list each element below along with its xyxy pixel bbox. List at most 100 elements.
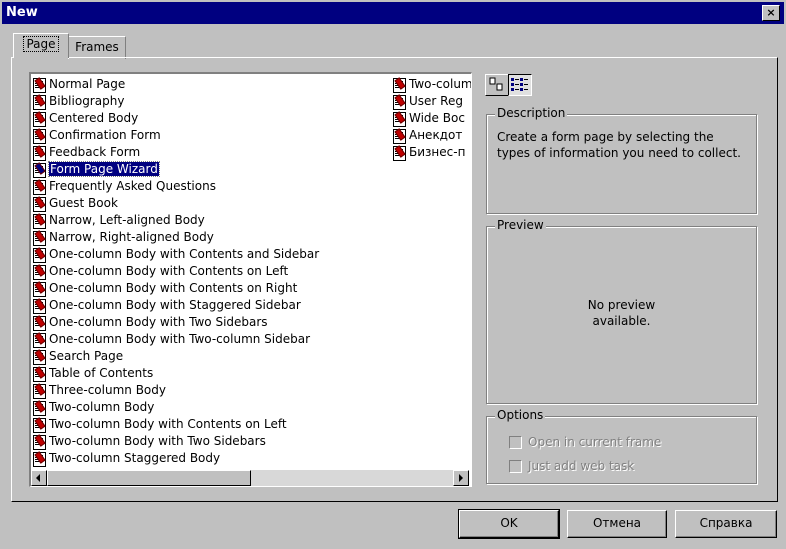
page-template-icon	[33, 112, 46, 127]
horizontal-scrollbar[interactable]	[31, 470, 469, 486]
list-item[interactable]: Three-column Body	[31, 382, 319, 399]
list-item-label: Feedback Form	[49, 145, 141, 159]
list-item-label: User Reg	[409, 94, 463, 108]
list-item-label: Two-column Body	[49, 400, 155, 414]
description-title: Description	[495, 106, 568, 120]
arrow-left-icon	[36, 474, 40, 482]
list-item[interactable]: Two-column Body with Two Sidebars	[31, 433, 319, 450]
page-template-icon	[33, 367, 46, 382]
list-item[interactable]: Анекдот	[391, 127, 471, 144]
list-item[interactable]: Two-column Staggered Body	[31, 450, 319, 467]
list-item[interactable]: One-column Body with Contents on Left	[31, 263, 319, 280]
scroll-left-button[interactable]	[31, 470, 47, 486]
cancel-button[interactable]: Отмена	[567, 510, 667, 538]
list-item-label: Search Page	[49, 349, 124, 363]
list-item-label: Бизнес-п	[409, 145, 466, 159]
ok-button[interactable]: OK	[458, 509, 560, 539]
template-column-right: Two-colum User Reg Wide Boc Анекдот Бизнес-п	[391, 76, 472, 161]
tab-frames-label: Frames	[75, 40, 119, 54]
list-view-button[interactable]	[508, 74, 532, 96]
list-item-label: Two-column Body with Contents on Left	[49, 417, 287, 431]
list-item-label: Frequently Asked Questions	[49, 179, 216, 193]
list-item-label: Three-column Body	[49, 383, 166, 397]
list-item[interactable]: Confirmation Form	[31, 127, 319, 144]
scroll-thumb[interactable]	[47, 470, 251, 486]
page-template-icon	[33, 197, 46, 212]
page-template-icon	[33, 435, 46, 450]
list-item[interactable]: Normal Page	[31, 76, 319, 93]
new-dialog: New × Page Frames Normal Page Bibliograph…	[0, 0, 786, 549]
list-item-label: Two-colum	[409, 77, 472, 91]
page-template-icon	[393, 146, 406, 161]
page-template-icon	[33, 180, 46, 195]
page-template-icon	[33, 129, 46, 144]
list-item-label: One-column Body with Contents and Sideba…	[49, 247, 320, 261]
page-template-icon	[33, 78, 46, 93]
list-item[interactable]: Two-colum	[391, 76, 472, 93]
page-template-icon	[33, 282, 46, 297]
list-item-label: Normal Page	[49, 77, 126, 91]
checkbox-box	[509, 436, 522, 449]
preview-text-line2: available.	[592, 314, 651, 328]
preview-group: Preview No preview available.	[486, 218, 757, 404]
list-item-label: Narrow, Left-aligned Body	[49, 213, 205, 227]
list-item-label: Table of Contents	[49, 366, 154, 380]
list-item[interactable]: Search Page	[31, 348, 319, 365]
list-item-label: One-column Body with Two-column Sidebar	[49, 332, 311, 346]
arrow-right-icon	[459, 474, 463, 482]
list-item[interactable]: One-column Body with Two Sidebars	[31, 314, 319, 331]
list-item-label: Narrow, Right-aligned Body	[49, 230, 214, 244]
list-item-label: Form Page Wizard	[48, 161, 160, 177]
list-item-label: Анекдот	[409, 128, 463, 142]
page-template-icon	[33, 299, 46, 314]
list-item[interactable]: Frequently Asked Questions	[31, 178, 319, 195]
large-icons-icon	[489, 77, 503, 91]
list-item[interactable]: Бизнес-п	[391, 144, 471, 161]
list-item-label: Two-column Staggered Body	[49, 451, 221, 465]
just-add-web-task-label: Just add web task	[528, 459, 635, 473]
list-item[interactable]: Narrow, Right-aligned Body	[31, 229, 319, 246]
page-template-icon	[33, 333, 46, 348]
list-item[interactable]: Table of Contents	[31, 365, 319, 382]
page-template-icon	[33, 316, 46, 331]
tab-frames[interactable]: Frames	[68, 36, 126, 59]
page-template-icon	[33, 248, 46, 263]
list-item[interactable]: One-column Body with Two-column Sidebar	[31, 331, 319, 348]
list-item[interactable]: One-column Body with Contents on Right	[31, 280, 319, 297]
list-item-label: Wide Boc	[409, 111, 465, 125]
help-button[interactable]: Справка	[675, 510, 777, 538]
page-template-icon	[33, 452, 46, 467]
list-item[interactable]: Wide Boc	[391, 110, 471, 127]
list-item[interactable]: Two-column Body with Contents on Left	[31, 416, 319, 433]
list-item[interactable]: Form Page Wizard	[31, 161, 319, 178]
close-button[interactable]: ×	[762, 5, 780, 21]
list-item[interactable]: Narrow, Left-aligned Body	[31, 212, 319, 229]
page-template-icon	[393, 112, 406, 127]
window-title: New	[6, 5, 38, 20]
list-item-label: Two-column Body with Two Sidebars	[49, 434, 266, 448]
list-item-label: One-column Body with Two Sidebars	[49, 315, 268, 329]
tab-page-label: Page	[23, 36, 59, 52]
list-item-label: Centered Body	[49, 111, 139, 125]
list-item[interactable]: User Reg	[391, 93, 471, 110]
list-item[interactable]: One-column Body with Contents and Sideba…	[31, 246, 319, 263]
tab-page[interactable]: Page	[13, 33, 69, 58]
list-item[interactable]: Centered Body	[31, 110, 319, 127]
list-item[interactable]: One-column Body with Staggered Sidebar	[31, 297, 319, 314]
list-item-label: One-column Body with Staggered Sidebar	[49, 298, 301, 312]
page-template-icon	[33, 214, 46, 229]
list-item[interactable]: Bibliography	[31, 93, 319, 110]
page-template-icon	[393, 129, 406, 144]
title-bar: New ×	[2, 2, 784, 24]
template-column-left: Normal Page Bibliography Centered Body Conf…	[31, 76, 319, 467]
large-icons-view-button[interactable]	[485, 74, 509, 96]
list-item-label: Bibliography	[49, 94, 125, 108]
list-item[interactable]: Two-column Body	[31, 399, 319, 416]
scroll-right-button[interactable]	[453, 470, 469, 486]
preview-title: Preview	[495, 218, 546, 232]
list-item[interactable]: Guest Book	[31, 195, 319, 212]
list-item[interactable]: Feedback Form	[31, 144, 319, 161]
page-template-icon	[33, 350, 46, 365]
template-list[interactable]: Normal Page Bibliography Centered Body Conf…	[29, 72, 472, 487]
page-template-icon	[33, 418, 46, 433]
